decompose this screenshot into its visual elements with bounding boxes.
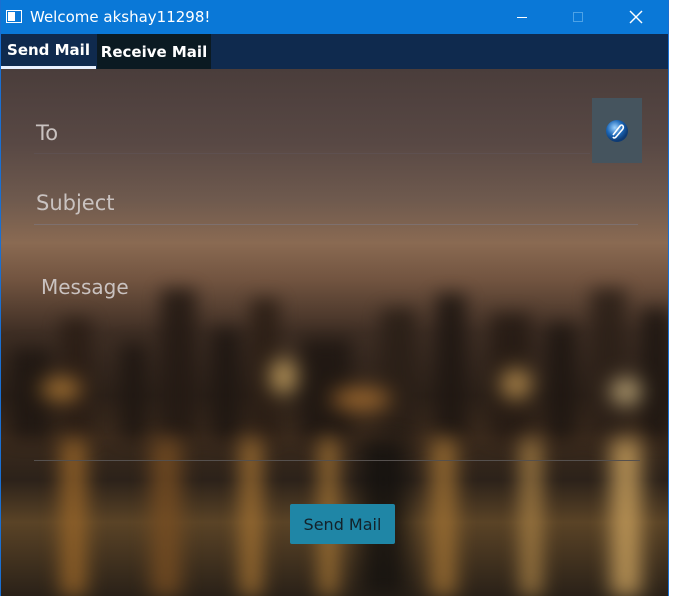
tab-receive-mail[interactable]: Receive Mail bbox=[97, 34, 211, 69]
tab-bar: Send Mail Receive Mail bbox=[1, 34, 668, 69]
minimize-icon bbox=[517, 16, 527, 18]
app-window-icon bbox=[6, 10, 22, 23]
compose-panel: To Subject Message Send Mail bbox=[1, 69, 668, 596]
close-icon bbox=[629, 10, 643, 24]
subject-input-underline bbox=[34, 224, 638, 225]
app-window: Welcome akshay11298! Send Mail Receive M… bbox=[0, 0, 669, 596]
message-input-underline bbox=[34, 460, 640, 461]
tab-send-mail[interactable]: Send Mail bbox=[1, 34, 96, 69]
minimize-button[interactable] bbox=[499, 0, 545, 34]
maximize-icon bbox=[573, 12, 583, 22]
send-mail-button[interactable]: Send Mail bbox=[290, 504, 395, 544]
to-input-underline bbox=[34, 153, 590, 154]
subject-input[interactable]: Subject bbox=[36, 191, 115, 215]
attach-button[interactable] bbox=[592, 98, 642, 163]
message-input[interactable]: Message bbox=[41, 275, 129, 299]
to-input[interactable]: To bbox=[36, 121, 58, 145]
close-button[interactable] bbox=[613, 0, 659, 34]
maximize-button[interactable] bbox=[555, 0, 601, 34]
attachment-globe-icon bbox=[606, 119, 628, 142]
title-bar[interactable]: Welcome akshay11298! bbox=[1, 0, 668, 34]
window-title: Welcome akshay11298! bbox=[30, 8, 211, 26]
